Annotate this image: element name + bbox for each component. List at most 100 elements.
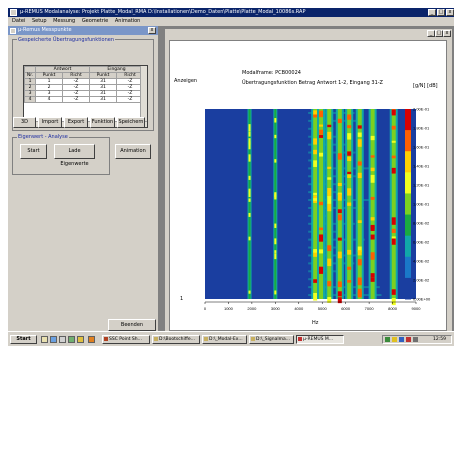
- heatmap-hotspot: [313, 292, 318, 301]
- quicklaunch-arrow-icon[interactable]: [88, 336, 95, 343]
- heatmap-hotspot: [313, 198, 318, 201]
- tray-bluetooth-icon[interactable]: [399, 337, 404, 342]
- heatmap-hotspot: [319, 249, 324, 254]
- heatmap-hotspot: [337, 291, 342, 297]
- menu-geometrie[interactable]: Geometrie: [82, 18, 108, 24]
- heatmap-hotspot: [347, 156, 352, 162]
- heatmap-hotspot: [370, 277, 375, 282]
- heatmap-hotspot: [274, 223, 277, 228]
- heatmap-hotspot: [313, 149, 318, 155]
- heatmap-hotspot: [337, 118, 342, 124]
- heatmap-hotspot: [327, 166, 332, 169]
- colorbar-tick-label: 8,00E-02: [413, 221, 430, 226]
- plot-window-title-bar[interactable]: _ □ x: [165, 29, 452, 38]
- minimize-icon[interactable]: _: [428, 9, 436, 16]
- maximize-icon[interactable]: □: [437, 9, 445, 16]
- panel-title-bar[interactable]: µ-Remus Messpunkte x: [8, 26, 158, 35]
- heatmap-hotspot: [347, 280, 352, 283]
- doc-minimize-icon[interactable]: _: [427, 30, 435, 37]
- task-button-active[interactable]: µ-REMUS M...: [296, 335, 344, 344]
- tray-update-icon[interactable]: [392, 337, 397, 342]
- heatmap-hotspot: [248, 154, 251, 162]
- heatmap-hotspot: [274, 238, 277, 245]
- heatmap-hotspot: [337, 214, 342, 221]
- task-button[interactable]: D:\Bootschiffe...: [152, 335, 200, 344]
- heatmap-hotspot: [347, 188, 352, 196]
- quicklaunch-ie-icon[interactable]: [50, 336, 57, 343]
- heatmap-hotspot: [370, 196, 375, 200]
- quicklaunch-explorer-icon[interactable]: [41, 336, 48, 343]
- funktion-button[interactable]: Funktion: [90, 117, 115, 128]
- table-row[interactable]: 4 4 -Z 31 -Z: [24, 96, 144, 103]
- heatmap-hotspot: [313, 138, 318, 145]
- 3d-button[interactable]: 3D: [13, 117, 36, 128]
- heatmap-hotspot: [274, 134, 277, 139]
- menu-messung[interactable]: Messung: [53, 18, 75, 24]
- x-axis-tick-label: 3000: [271, 306, 281, 311]
- heatmap-hotspot: [347, 125, 352, 129]
- heatmap-peak: [391, 109, 396, 299]
- heatmap-peak: [248, 109, 251, 299]
- heatmap-chart: 2,00E-01 1,80E-01 1,60E-01 1,40E-01 1,20E-01…: [204, 107, 431, 312]
- heatmap-hotspot: [327, 258, 332, 267]
- import-button[interactable]: Import: [38, 117, 62, 128]
- load-eigenvalues-button[interactable]: Lade Eigenwerte: [54, 144, 95, 167]
- heatmap-hotspot: [347, 266, 352, 270]
- table-cell: 4: [35, 96, 63, 103]
- heatmap-hotspot: [319, 201, 324, 205]
- x-axis-tick-label: 7000: [365, 306, 375, 311]
- tray-volume-icon[interactable]: [413, 337, 418, 342]
- task-label: D:\_Signalma...: [256, 337, 291, 342]
- close-button[interactable]: Beenden: [108, 319, 156, 331]
- colorbar-tick-label: 2,00E-02: [413, 278, 430, 283]
- heatmap-hotspot: [319, 129, 324, 135]
- task-button[interactable]: D:\_Signalma...: [249, 335, 294, 344]
- menu-datei[interactable]: Datei: [12, 18, 25, 24]
- heatmap-hotspot: [370, 273, 375, 278]
- doc-maximize-icon[interactable]: □: [435, 30, 443, 37]
- tray-network-icon[interactable]: [385, 337, 390, 342]
- doc-close-icon[interactable]: x: [443, 30, 451, 37]
- colorbar-tick-label: 1,00E-01: [413, 202, 430, 207]
- app-title-bar[interactable]: µ-REMUS Modalanalyse: Projekt Platte_Mod…: [8, 8, 454, 17]
- colorbar-tick-label: 1,40E-01: [413, 164, 430, 169]
- start-menu-button[interactable]: Start: [10, 335, 37, 344]
- heatmap-hotspot: [319, 266, 324, 274]
- menu-animation[interactable]: Animation: [115, 18, 141, 24]
- start-label: Start: [16, 336, 31, 342]
- colorbar-segment: [405, 235, 411, 258]
- task-label: SSC Point Sh...: [109, 337, 142, 342]
- heatmap-hotspot: [327, 281, 332, 287]
- colorbar-tick-label: 0,00E+00: [413, 297, 431, 302]
- close-icon[interactable]: x: [446, 9, 454, 16]
- heatmap-hotspot: [313, 249, 318, 253]
- heatmap-hotspot: [313, 160, 318, 167]
- heatmap-hotspot: [391, 109, 396, 116]
- heatmap-hotspot: [313, 192, 318, 196]
- colorbar-segment: [405, 277, 411, 300]
- task-button[interactable]: D:\_Modal-Ex...: [202, 335, 247, 344]
- colorbar-tick-label: 1,20E-01: [413, 183, 430, 188]
- quicklaunch-media-icon[interactable]: [77, 336, 84, 343]
- task-button[interactable]: SSC Point Sh...: [102, 335, 150, 344]
- heatmap-hotspot: [337, 182, 342, 187]
- heatmap-hotspot: [248, 212, 251, 217]
- quicklaunch-app-icon[interactable]: [68, 336, 75, 343]
- panel-close-icon[interactable]: x: [148, 27, 156, 34]
- start-button[interactable]: Start: [20, 144, 47, 159]
- system-tray: 12:59: [382, 335, 452, 344]
- heatmap-hotspot: [357, 132, 362, 137]
- heatmap-hotspot: [327, 177, 332, 180]
- heatmap-hotspot: [248, 193, 251, 198]
- heatmap-hotspot: [248, 131, 251, 137]
- animation-button[interactable]: Animation: [115, 144, 151, 159]
- heatmap-hotspot: [313, 279, 318, 283]
- speichern-button[interactable]: Speichern: [117, 117, 145, 128]
- x-axis-tick-label: 0: [204, 306, 207, 311]
- quicklaunch-desktop-icon[interactable]: [59, 336, 66, 343]
- tray-security-icon[interactable]: [406, 337, 411, 342]
- heatmap-hotspot: [391, 228, 396, 234]
- export-button[interactable]: Export: [64, 117, 88, 128]
- menu-setup[interactable]: Setup: [32, 18, 47, 24]
- task-icon: [154, 337, 158, 341]
